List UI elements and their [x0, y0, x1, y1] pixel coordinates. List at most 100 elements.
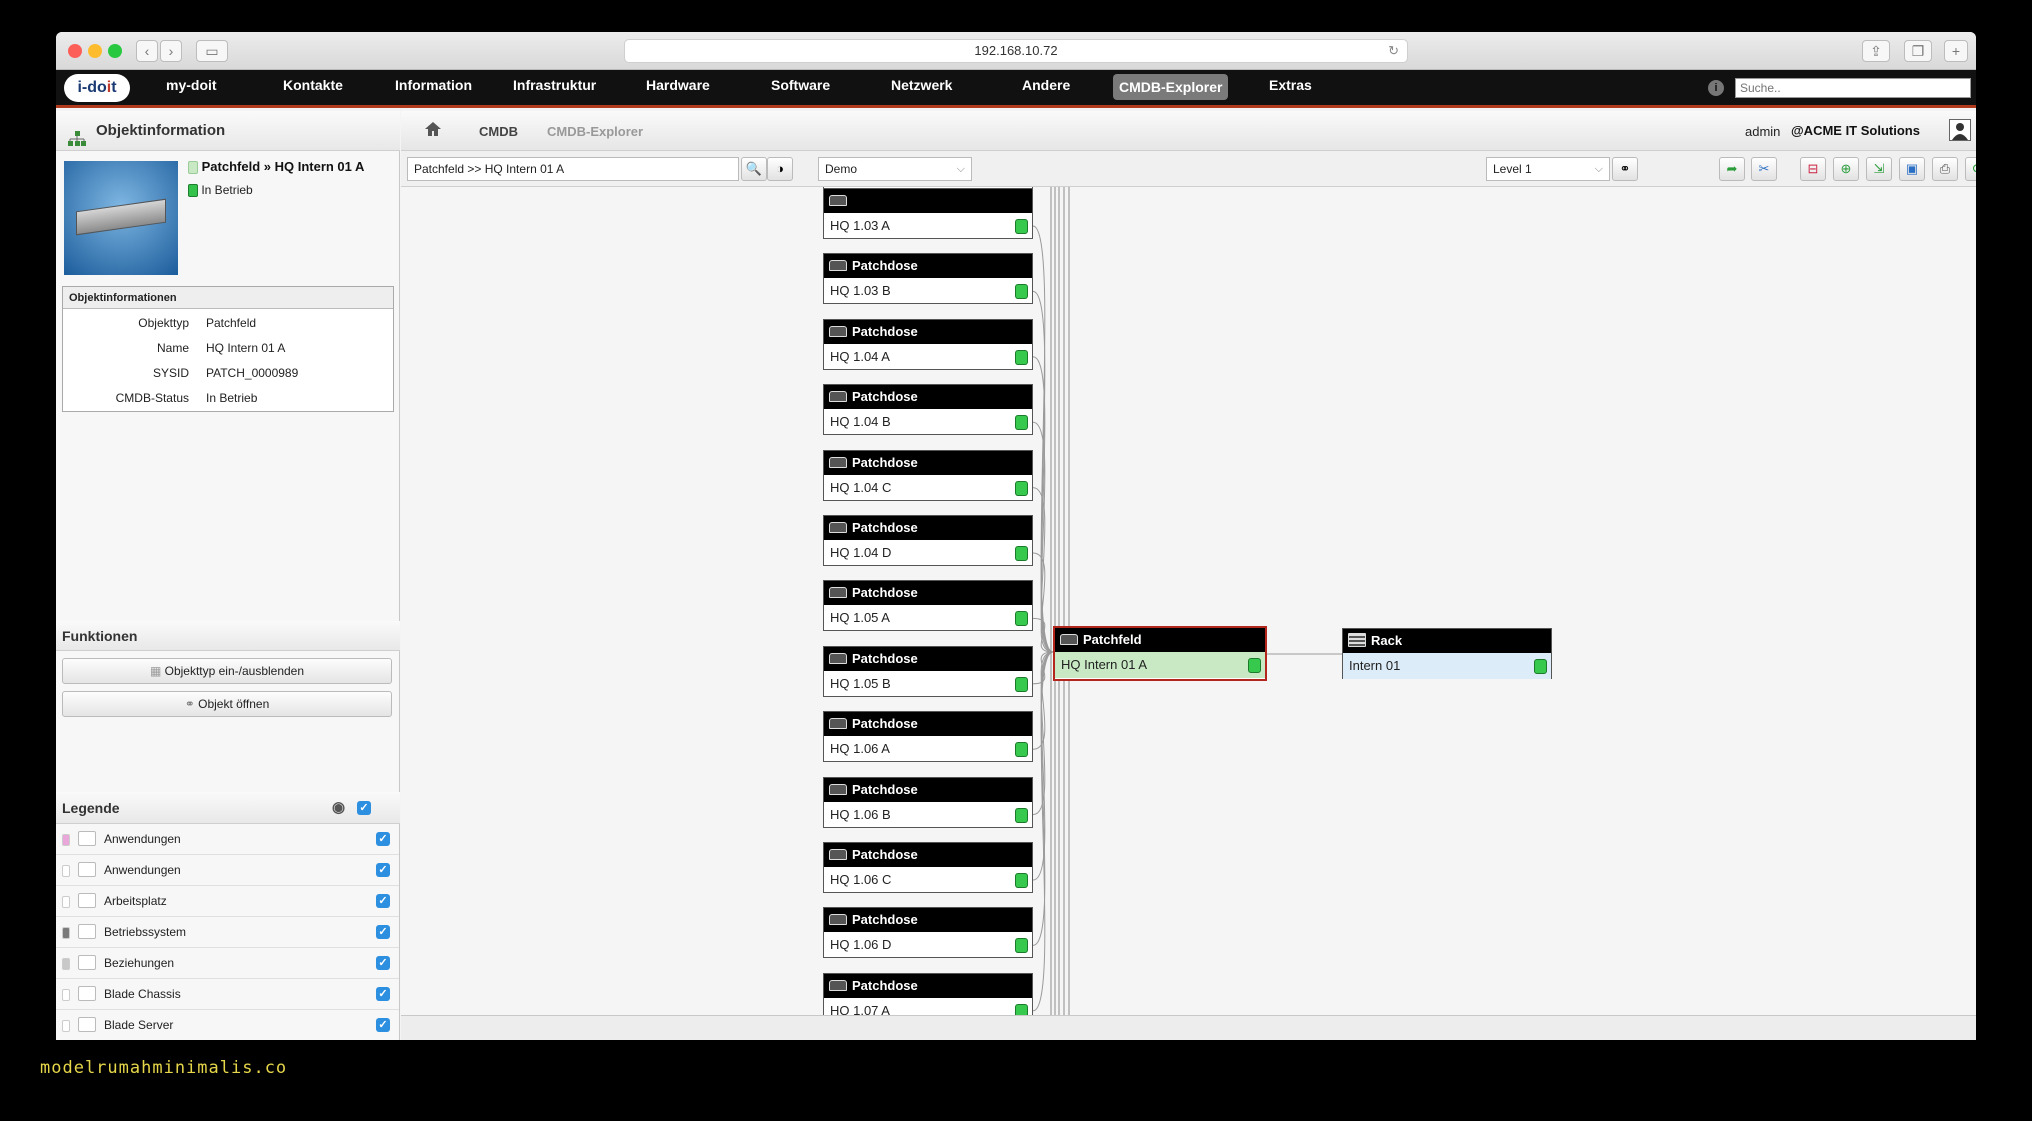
legend-item-label: Arbeitsplatz [104, 894, 167, 908]
toggle-objecttype-button[interactable]: ▦ Objekttyp ein-/ausblenden [62, 658, 392, 684]
info-key: SYSID [152, 366, 189, 380]
eye-icon[interactable]: ◉ [332, 792, 345, 824]
objektinformation-header: Objektinformation [56, 111, 400, 151]
patchdose-node[interactable]: Patchdose HQ 1.04 B [823, 384, 1033, 436]
status-indicator [1015, 219, 1028, 234]
forward-arrow-icon[interactable]: ➦ [1719, 157, 1745, 181]
legend-item[interactable]: Betriebssystem ✓ [56, 917, 399, 948]
patchdose-node[interactable]: Patchdose HQ 1.06 D [823, 907, 1033, 959]
status-indicator [1015, 284, 1028, 300]
close-window-button[interactable] [68, 44, 82, 58]
nav-my-doit[interactable]: my-doit [166, 70, 217, 108]
node-body: HQ 1.04 A [824, 344, 1032, 370]
level-select[interactable]: Level 1 ⌵ [1486, 157, 1610, 181]
legend-item[interactable]: Beziehungen ✓ [56, 948, 399, 979]
target-icon[interactable]: ⊕ [1833, 157, 1859, 181]
patchdose-node[interactable]: HQ 1.03 A [823, 188, 1033, 239]
nav-andere[interactable]: Andere [1022, 70, 1070, 108]
nav-netzwerk[interactable]: Netzwerk [891, 70, 952, 108]
zoom-window-button[interactable] [108, 44, 122, 58]
patchdose-node[interactable]: Patchdose HQ 1.04 A [823, 318, 1033, 370]
reload-icon[interactable]: ↻ [1388, 40, 1399, 62]
legend-item[interactable]: Anwendungen ✓ [56, 855, 399, 886]
patchdose-node[interactable]: Patchdose HQ 1.04 D [823, 515, 1033, 566]
nav-software[interactable]: Software [771, 70, 830, 108]
nav-cmdb-explorer[interactable]: CMDB-Explorer [1113, 74, 1229, 100]
legende-header: Legende ◉ ✓ [56, 792, 400, 824]
patchdose-node[interactable]: Patchdose HQ 1.06 B [823, 776, 1033, 828]
patchdose-node[interactable]: Patchdose HQ 1.07 A [823, 972, 1033, 1015]
expand-icon[interactable]: ⇲ [1866, 157, 1892, 181]
print-icon[interactable]: ⎙ [1932, 157, 1958, 181]
patchdose-node[interactable]: Patchdose HQ 1.04 C [823, 449, 1033, 501]
legend-all-checkbox[interactable]: ✓ [357, 801, 371, 815]
home-icon[interactable] [425, 122, 441, 141]
filter-icon[interactable]: ⊟ [1800, 157, 1826, 181]
status-indicator [1015, 611, 1028, 627]
node-header: Rack [1343, 629, 1551, 653]
patchdose-node[interactable]: Patchdose HQ 1.05 A [823, 580, 1033, 632]
forward-button[interactable]: › [160, 40, 182, 62]
status-indicator [1015, 742, 1028, 758]
address-bar[interactable]: 192.168.10.72 ↻ [624, 39, 1408, 63]
legend-item-checkbox[interactable]: ✓ [376, 832, 390, 846]
nav-extras[interactable]: Extras [1269, 70, 1312, 108]
connection-lines [1032, 187, 1342, 1015]
node-body: HQ 1.06 D [824, 932, 1032, 958]
profile-select[interactable]: Demo ⌵ [818, 157, 972, 181]
legend-item[interactable]: Blade Server ✓ [56, 1010, 399, 1040]
back-button[interactable]: ‹ [136, 40, 158, 62]
object-field[interactable]: Patchfeld >> HQ Intern 01 A [407, 157, 739, 181]
patchdose-node[interactable]: Patchdose HQ 1.06 C [823, 842, 1033, 893]
sidebar-toggle-icon[interactable]: ▭ [196, 40, 228, 62]
nav-information[interactable]: Information [395, 70, 472, 108]
new-tab-button[interactable]: + [1944, 40, 1968, 62]
breadcrumb-cmdb[interactable]: CMDB [479, 124, 518, 139]
patchfeld-node[interactable]: Patchfeld HQ Intern 01 A [1053, 626, 1267, 681]
legend-color-swatch [62, 865, 70, 877]
current-user[interactable]: admin [1745, 124, 1780, 139]
patchdose-icon [829, 522, 847, 533]
tenant-name[interactable]: @ACME IT Solutions [1791, 123, 1920, 138]
link-icon[interactable]: ⚭ [1612, 157, 1638, 181]
save-icon[interactable]: ▣ [1899, 157, 1925, 181]
nav-hardware[interactable]: Hardware [646, 70, 710, 108]
user-avatar-icon[interactable] [1949, 119, 1971, 141]
search-input[interactable] [1735, 78, 1971, 98]
node-type: Patchdose [852, 454, 918, 470]
refresh-icon[interactable]: ⟳ [1965, 157, 1976, 181]
nav-infrastruktur[interactable]: Infrastruktur [513, 70, 596, 108]
status-indicator [1015, 349, 1028, 365]
search-icon[interactable]: 🔍 [741, 157, 767, 181]
connection-line [1032, 651, 1054, 1012]
legend-item-checkbox[interactable]: ✓ [376, 1018, 390, 1032]
node-header: Patchdose [824, 973, 1032, 998]
nav-kontakte[interactable]: Kontakte [283, 70, 343, 108]
patchdose-node[interactable]: Patchdose HQ 1.06 A [823, 711, 1033, 763]
share-icon[interactable]: ⇪ [1862, 40, 1890, 62]
legend-item[interactable]: Blade Chassis ✓ [56, 979, 399, 1010]
tabs-overview-icon[interactable]: ❐ [1904, 40, 1932, 62]
legend-item-checkbox[interactable]: ✓ [376, 925, 390, 939]
minimize-window-button[interactable] [88, 44, 102, 58]
patchdose-node[interactable]: Patchdose HQ 1.03 B [823, 253, 1033, 305]
legend-item-checkbox[interactable]: ✓ [376, 863, 390, 877]
rack-node[interactable]: Rack Intern 01 [1342, 628, 1552, 679]
open-object-button[interactable]: ⚭ Objekt öffnen [62, 691, 392, 717]
legend-item[interactable]: Arbeitsplatz ✓ [56, 886, 399, 917]
node-body: HQ 1.06 B [824, 802, 1032, 828]
legend-item-checkbox[interactable]: ✓ [376, 956, 390, 970]
legend-item[interactable]: Anwendungen ✓ [56, 824, 399, 855]
patchdose-node[interactable]: Patchdose HQ 1.05 B [823, 645, 1033, 697]
info-icon[interactable]: i [1708, 80, 1724, 96]
node-type: Patchdose [852, 585, 918, 601]
tools-icon[interactable]: ✂ [1751, 157, 1777, 181]
legend-item-checkbox[interactable]: ✓ [376, 894, 390, 908]
legend-item-label: Beziehungen [104, 956, 175, 970]
object-status-text: In Betrieb [201, 183, 253, 197]
status-indicator [1015, 480, 1028, 496]
i-doit-logo[interactable]: i-doit [64, 74, 130, 102]
legend-item-checkbox[interactable]: ✓ [376, 987, 390, 1001]
globe-icon[interactable]: ◑ [767, 157, 793, 181]
node-header: Patchdose [824, 843, 1032, 867]
